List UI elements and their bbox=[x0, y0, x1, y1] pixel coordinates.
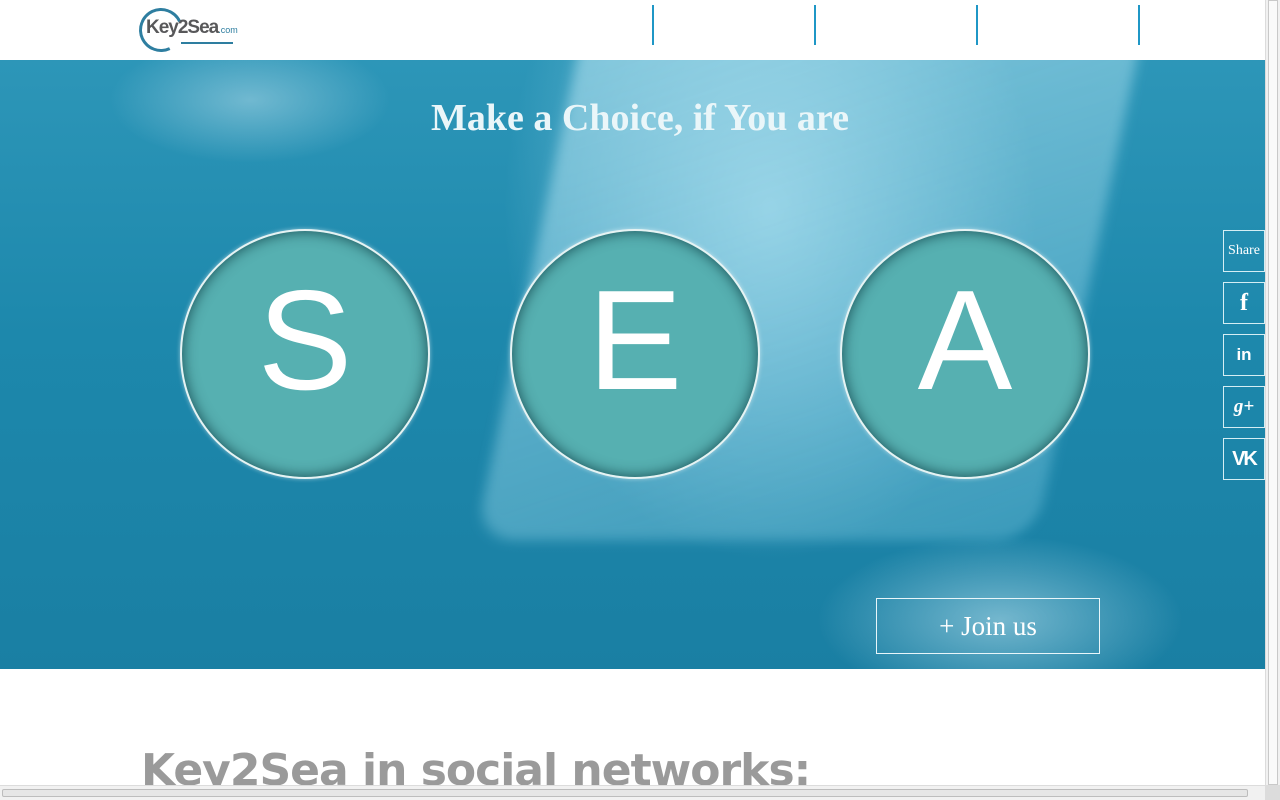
key2sea-logo[interactable]: Key2Sea.com bbox=[132, 1, 239, 59]
nav-link-2[interactable] bbox=[816, 5, 976, 45]
linkedin-icon[interactable]: in bbox=[1223, 334, 1265, 376]
nav-link-1[interactable] bbox=[654, 5, 814, 45]
nav-link-3[interactable] bbox=[978, 5, 1138, 45]
choice-circle-a[interactable]: A bbox=[840, 229, 1090, 479]
site-header: Key2Sea.com bbox=[0, 0, 1265, 60]
facebook-icon[interactable]: f bbox=[1223, 282, 1265, 324]
vertical-scrollbar[interactable] bbox=[1265, 0, 1280, 785]
logo-underline bbox=[181, 42, 233, 44]
choice-circle-e[interactable]: E bbox=[510, 229, 760, 479]
circle-letter: S bbox=[257, 261, 353, 420]
horizontal-scroll-thumb[interactable] bbox=[2, 789, 1248, 797]
horizontal-scrollbar[interactable] bbox=[0, 785, 1265, 800]
circle-letter: E bbox=[587, 261, 683, 420]
logo-text: Key2Sea.com bbox=[146, 17, 238, 38]
choice-circle-s[interactable]: S bbox=[180, 229, 430, 479]
circle-letter: A bbox=[917, 261, 1013, 420]
hero-banner: Make a Choice, if You are S E A + Join u… bbox=[0, 60, 1265, 669]
scrollbar-corner bbox=[1265, 785, 1280, 800]
google-plus-icon[interactable]: g+ bbox=[1223, 386, 1265, 428]
join-us-button[interactable]: + Join us bbox=[876, 598, 1100, 654]
share-label: Share bbox=[1223, 230, 1265, 272]
vk-icon[interactable]: VK bbox=[1223, 438, 1265, 480]
vertical-scroll-thumb[interactable] bbox=[1268, 0, 1278, 785]
nav-link-4[interactable] bbox=[1140, 5, 1265, 45]
hero-title: Make a Choice, if You are bbox=[431, 97, 849, 139]
